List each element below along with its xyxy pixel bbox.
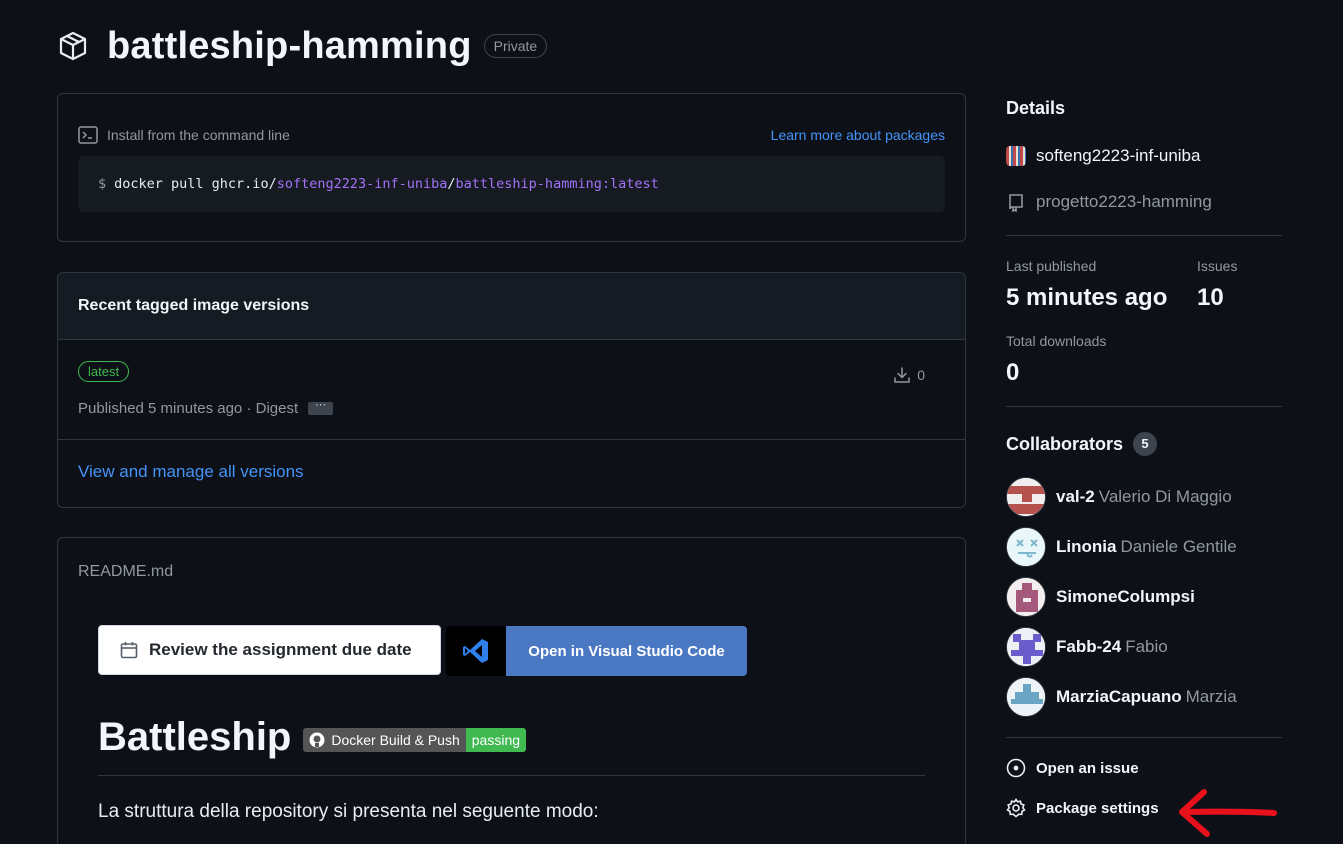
last-published-label: Last published: [1006, 258, 1097, 274]
annotation-arrow-icon: [1179, 789, 1277, 837]
command-image: battleship-hamming:latest: [455, 176, 659, 192]
collaborator-item[interactable]: Fabb-24 Fabio: [1006, 627, 1168, 667]
view-all-versions-link[interactable]: View and manage all versions: [78, 462, 304, 482]
download-count: 0: [917, 367, 925, 383]
install-label: Install from the command line: [107, 127, 290, 143]
repo-link[interactable]: progetto2223-hamming: [1006, 192, 1212, 212]
collaborator-name: Daniele Gentile: [1120, 537, 1237, 556]
collaborator-item[interactable]: MarziaCapuano Marzia: [1006, 677, 1237, 717]
details-title: Details: [1006, 98, 1066, 118]
published-text: Published 5 minutes ago · Digest: [78, 400, 299, 417]
learn-more-link[interactable]: Learn more about packages: [771, 127, 945, 143]
github-icon: [309, 732, 325, 748]
org-name: softeng2223-inf-uniba: [1036, 146, 1201, 165]
issues-label: Issues: [1197, 258, 1238, 274]
command-slash: /: [447, 176, 456, 192]
collaborator-login: val-2: [1056, 487, 1095, 506]
ci-badge-label: Docker Build & Push: [303, 728, 466, 752]
visibility-badge: Private: [483, 34, 548, 58]
readme-paragraph: La struttura della repository si present…: [98, 801, 599, 822]
collaborator-login: MarziaCapuano: [1056, 687, 1182, 706]
prompt-symbol: $: [98, 176, 107, 192]
collaborators-count: 5: [1133, 432, 1158, 456]
avatar: [1006, 677, 1046, 717]
total-downloads-value: 0: [1006, 359, 1020, 386]
review-button-label: Review the assignment due date: [149, 640, 412, 659]
collaborator-login: Linonia: [1056, 537, 1117, 556]
issue-opened-icon: [1006, 758, 1026, 778]
package-settings-link[interactable]: Package settings: [1006, 798, 1159, 818]
version-downloads: 0: [893, 366, 925, 384]
terminal-icon: [78, 126, 98, 144]
version-published: Published 5 minutes ago · Digest ···: [78, 400, 334, 417]
collaborator-login: Fabb-24: [1056, 637, 1122, 656]
docker-pull-command[interactable]: $ docker pull ghcr.io/softeng2223-inf-un…: [78, 156, 945, 212]
collaborators-title: Collaborators: [1006, 433, 1124, 454]
ci-badge-status: passing: [465, 728, 527, 752]
command-plain: docker pull ghcr.io/: [114, 176, 277, 192]
avatar: [1006, 627, 1046, 667]
avatar: [1006, 527, 1046, 567]
calendar-icon: [120, 642, 138, 659]
package-settings-label: Package settings: [1036, 799, 1159, 817]
gear-icon: [1006, 798, 1026, 818]
collaborator-name: Valerio Di Maggio: [1098, 487, 1232, 506]
readme-heading-row: Battleship Docker Build & Push passing: [98, 713, 925, 776]
collaborator-name: Marzia: [1185, 687, 1237, 706]
org-link[interactable]: softeng2223-inf-uniba: [1006, 146, 1200, 166]
ci-status-badge[interactable]: Docker Build & Push passing: [303, 728, 527, 752]
vscode-button-label: Open in Visual Studio Code: [506, 626, 747, 676]
package-header: battleship-hamming Private: [57, 22, 548, 70]
divider: [1006, 235, 1282, 236]
download-icon: [894, 367, 910, 383]
total-downloads-label: Total downloads: [1006, 333, 1107, 349]
install-box: Install from the command line Learn more…: [57, 93, 966, 242]
collaborators-heading: Collaborators 5: [1006, 432, 1158, 456]
repo-icon: [1009, 194, 1023, 212]
avatar: [1006, 577, 1046, 617]
collaborator-login: SimoneColumpsi: [1056, 587, 1195, 606]
collaborator-item[interactable]: val-2 Valerio Di Maggio: [1006, 477, 1232, 517]
issues-value: 10: [1197, 284, 1224, 311]
collaborator-item[interactable]: Linonia Daniele Gentile: [1006, 527, 1237, 567]
avatar: [1006, 477, 1046, 517]
readme-box: README.md Review the assignment due date…: [57, 537, 966, 844]
ci-badge-left-text: Docker Build & Push: [331, 732, 460, 748]
org-avatar: [1006, 146, 1026, 166]
package-icon: [59, 31, 87, 61]
version-row: latest Published 5 minutes ago · Digest …: [58, 340, 965, 440]
version-tag[interactable]: latest: [78, 361, 130, 382]
versions-heading: Recent tagged image versions: [58, 273, 965, 340]
vscode-icon: [446, 626, 506, 676]
collaborator-name: Fabio: [1125, 637, 1168, 656]
readme-heading: Battleship: [98, 715, 292, 759]
open-issue-link[interactable]: Open an issue: [1006, 758, 1139, 778]
versions-box: Recent tagged image versions latest Publ…: [57, 272, 966, 508]
repo-name: progetto2223-hamming: [1036, 192, 1212, 211]
collaborator-item[interactable]: SimoneColumpsi: [1006, 577, 1199, 617]
review-due-date-button[interactable]: Review the assignment due date: [98, 625, 441, 675]
package-title: battleship-hamming: [107, 24, 472, 67]
command-org: softeng2223-inf-uniba: [276, 176, 448, 192]
readme-filename: README.md: [78, 563, 174, 580]
divider: [1006, 737, 1282, 738]
install-header: Install from the command line Learn more…: [78, 126, 945, 144]
last-published-value: 5 minutes ago: [1006, 284, 1168, 311]
open-issue-label: Open an issue: [1036, 759, 1139, 777]
open-vscode-button[interactable]: Open in Visual Studio Code: [446, 626, 747, 676]
divider: [1006, 406, 1282, 407]
digest-expand-button[interactable]: ···: [308, 400, 334, 415]
